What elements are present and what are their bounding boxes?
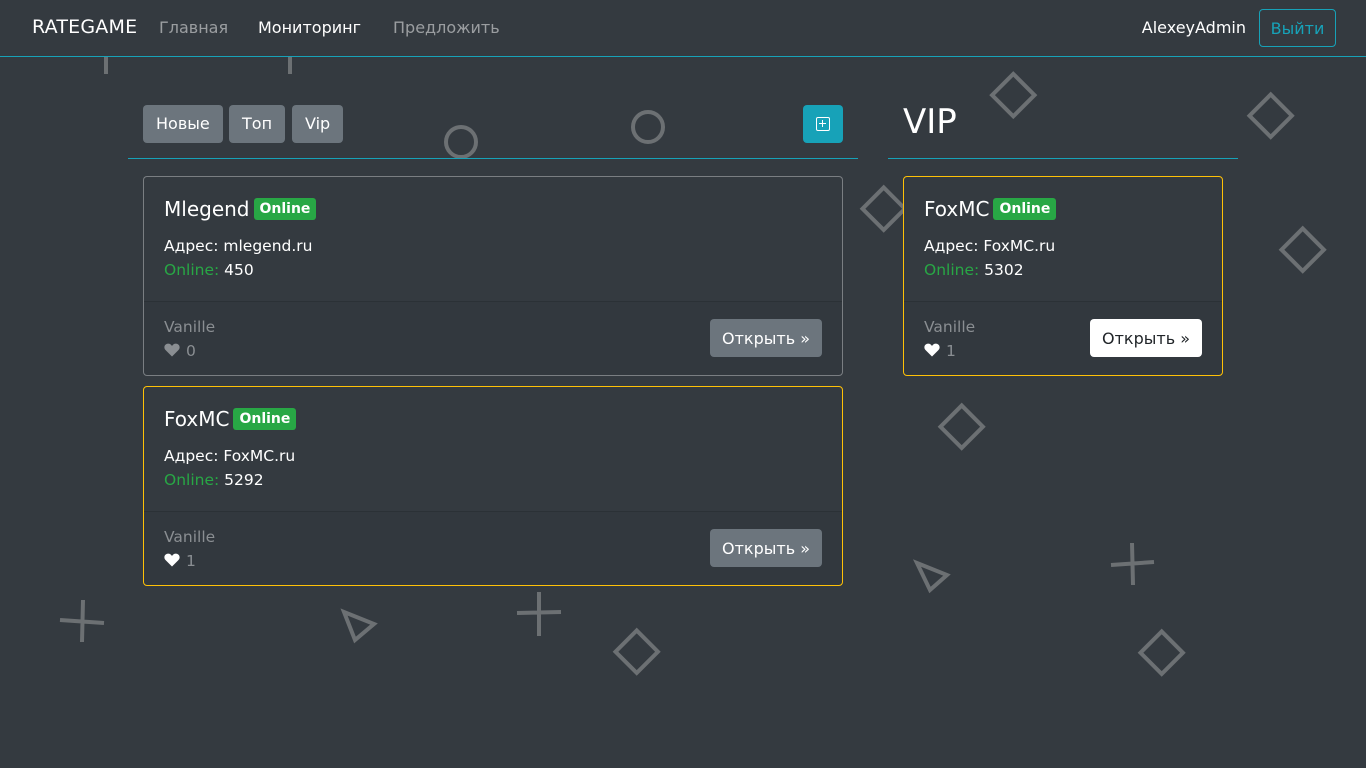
server-version: Vanille [164,318,216,336]
server-online: Online: 5302 [924,261,1024,279]
server-address: Адрес: FoxMC.ru [924,237,1055,255]
address-label: Адрес: [164,447,219,465]
likes-value: 1 [946,342,956,360]
address-value: FoxMC.ru [223,447,296,465]
nav-link-monitoring[interactable]: Мониторинг [258,18,361,37]
online-label: Online: [164,471,220,489]
heart-icon[interactable] [164,343,180,357]
server-version: Vanille [924,318,976,336]
likes-value: 0 [186,342,196,360]
server-name[interactable]: Mlegend [164,197,250,221]
server-online: Online: 450 [164,261,254,279]
logout-button[interactable]: Выйти [1259,9,1336,47]
server-card: FoxMC Online Адрес: FoxMC.ru Online: 5292… [143,386,843,586]
vip-server-card: FoxMC Online Адрес: FoxMC.ru Online: 5302… [903,176,1223,376]
divider [888,158,1238,159]
online-count: 5302 [984,261,1024,279]
heart-icon[interactable] [924,343,940,357]
likes-count: 1 [164,552,196,570]
open-server-button[interactable]: Открыть » [710,319,822,357]
online-label: Online: [924,261,980,279]
online-count: 5292 [224,471,264,489]
server-name[interactable]: FoxMC [924,197,989,221]
nav-link-suggest[interactable]: Предложить [393,18,500,37]
online-count: 450 [224,261,254,279]
navbar: RATEGAME Главная Мониторинг Предложить A… [0,0,1366,57]
server-card: Mlegend Online Адрес: mlegend.ru Online: … [143,176,843,376]
plus-square-icon [816,117,830,131]
nav-link-home[interactable]: Главная [159,18,228,37]
address-label: Адрес: [924,237,979,255]
add-server-button[interactable] [803,105,843,143]
server-online: Online: 5292 [164,471,264,489]
address-label: Адрес: [164,237,219,255]
main-content: Новые Топ Vip VIP Mlegend Online Адрес: m… [0,0,1366,768]
filter-new-button[interactable]: Новые [143,105,223,143]
username: AlexeyAdmin [1141,18,1246,37]
brand-logo[interactable]: RATEGAME [32,16,137,38]
filter-top-button[interactable]: Топ [229,105,286,143]
likes-count: 1 [924,342,956,360]
filter-vip-button[interactable]: Vip [292,105,344,143]
server-address: Адрес: mlegend.ru [164,237,313,255]
status-badge: Online [993,198,1057,220]
vip-title: VIP [903,102,957,142]
server-version: Vanille [164,528,216,546]
heart-icon[interactable] [164,553,180,567]
likes-count: 0 [164,342,196,360]
status-badge: Online [253,198,317,220]
address-value: mlegend.ru [223,237,313,255]
open-server-button[interactable]: Открыть » [1090,319,1202,357]
server-name[interactable]: FoxMC [164,407,229,431]
online-label: Online: [164,261,220,279]
likes-value: 1 [186,552,196,570]
divider [128,158,858,159]
address-value: FoxMC.ru [983,237,1056,255]
open-server-button[interactable]: Открыть » [710,529,822,567]
server-address: Адрес: FoxMC.ru [164,447,295,465]
status-badge: Online [233,408,297,430]
